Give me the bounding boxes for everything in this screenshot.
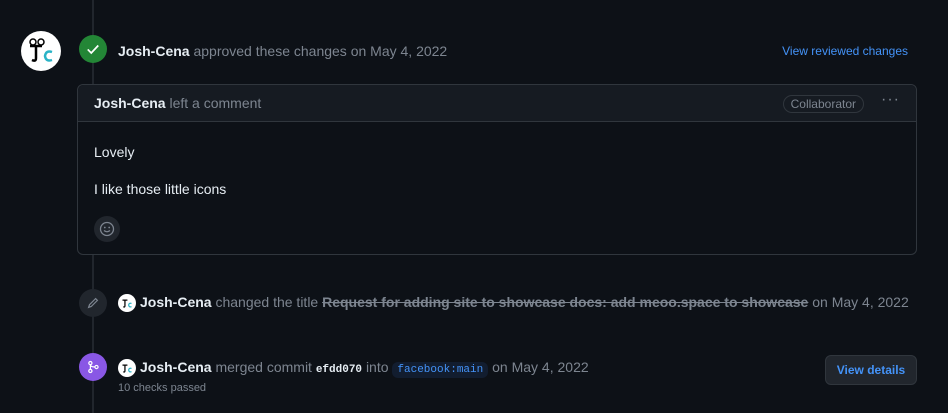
view-reviewed-changes-link[interactable]: View reviewed changes	[782, 44, 908, 58]
check-icon	[87, 44, 99, 55]
merge-action: merged commit	[215, 359, 312, 375]
avatar[interactable]	[21, 31, 61, 71]
merge-event: Josh-Cena merged commit efdd070 into fac…	[118, 359, 589, 378]
review-date[interactable]: May 4, 2022	[370, 43, 447, 59]
user-avatar-icon	[122, 299, 132, 308]
merge-on: on	[492, 359, 508, 375]
title-change-badge	[79, 289, 107, 317]
review-author[interactable]: Josh-Cena	[118, 43, 190, 59]
checks-status: 10 checks passed	[118, 382, 207, 394]
merge-into: into	[365, 359, 389, 375]
merge-date[interactable]: May 4, 2022	[512, 359, 589, 375]
comment-author[interactable]: Josh-Cena	[94, 95, 166, 111]
target-branch[interactable]: facebook:main	[392, 362, 489, 378]
merge-icon	[88, 360, 99, 374]
review-action: approved these changes on	[193, 43, 367, 59]
view-details-button[interactable]: View details	[825, 355, 917, 385]
pencil-icon	[87, 297, 99, 309]
merged-badge	[79, 353, 107, 381]
title-change-author[interactable]: Josh-Cena	[140, 294, 212, 310]
user-avatar-icon	[122, 364, 132, 373]
comment-line: Lovely	[94, 144, 135, 160]
user-avatar-icon	[29, 38, 53, 62]
old-title: Request for adding site to showcase docs…	[322, 294, 809, 310]
review-comment: Josh-Cena left a comment Collaborator ··…	[77, 84, 917, 255]
collaborator-badge: Collaborator	[782, 95, 864, 113]
comment-line: I like those little icons	[94, 181, 227, 197]
avatar[interactable]	[118, 294, 136, 313]
more-options-icon[interactable]: ···	[881, 91, 900, 109]
comment-action: left a comment	[169, 95, 262, 111]
title-change-action: changed the title	[215, 294, 319, 310]
add-reaction-button[interactable]	[94, 216, 120, 242]
smiley-icon	[99, 221, 115, 237]
comment-header: Josh-Cena left a comment Collaborator ··…	[78, 85, 916, 122]
review-summary: Josh-Cena approved these changes on May …	[118, 43, 447, 59]
merge-author[interactable]: Josh-Cena	[140, 359, 212, 375]
approved-badge	[79, 35, 107, 63]
comment-body: Lovely I like those little icons	[78, 122, 916, 254]
title-change-event: Josh-Cena changed the title Request for …	[118, 294, 909, 313]
avatar[interactable]	[118, 359, 136, 378]
title-change-on: on	[812, 294, 828, 310]
title-change-date[interactable]: May 4, 2022	[832, 294, 909, 310]
commit-sha[interactable]: efdd070	[316, 364, 362, 376]
